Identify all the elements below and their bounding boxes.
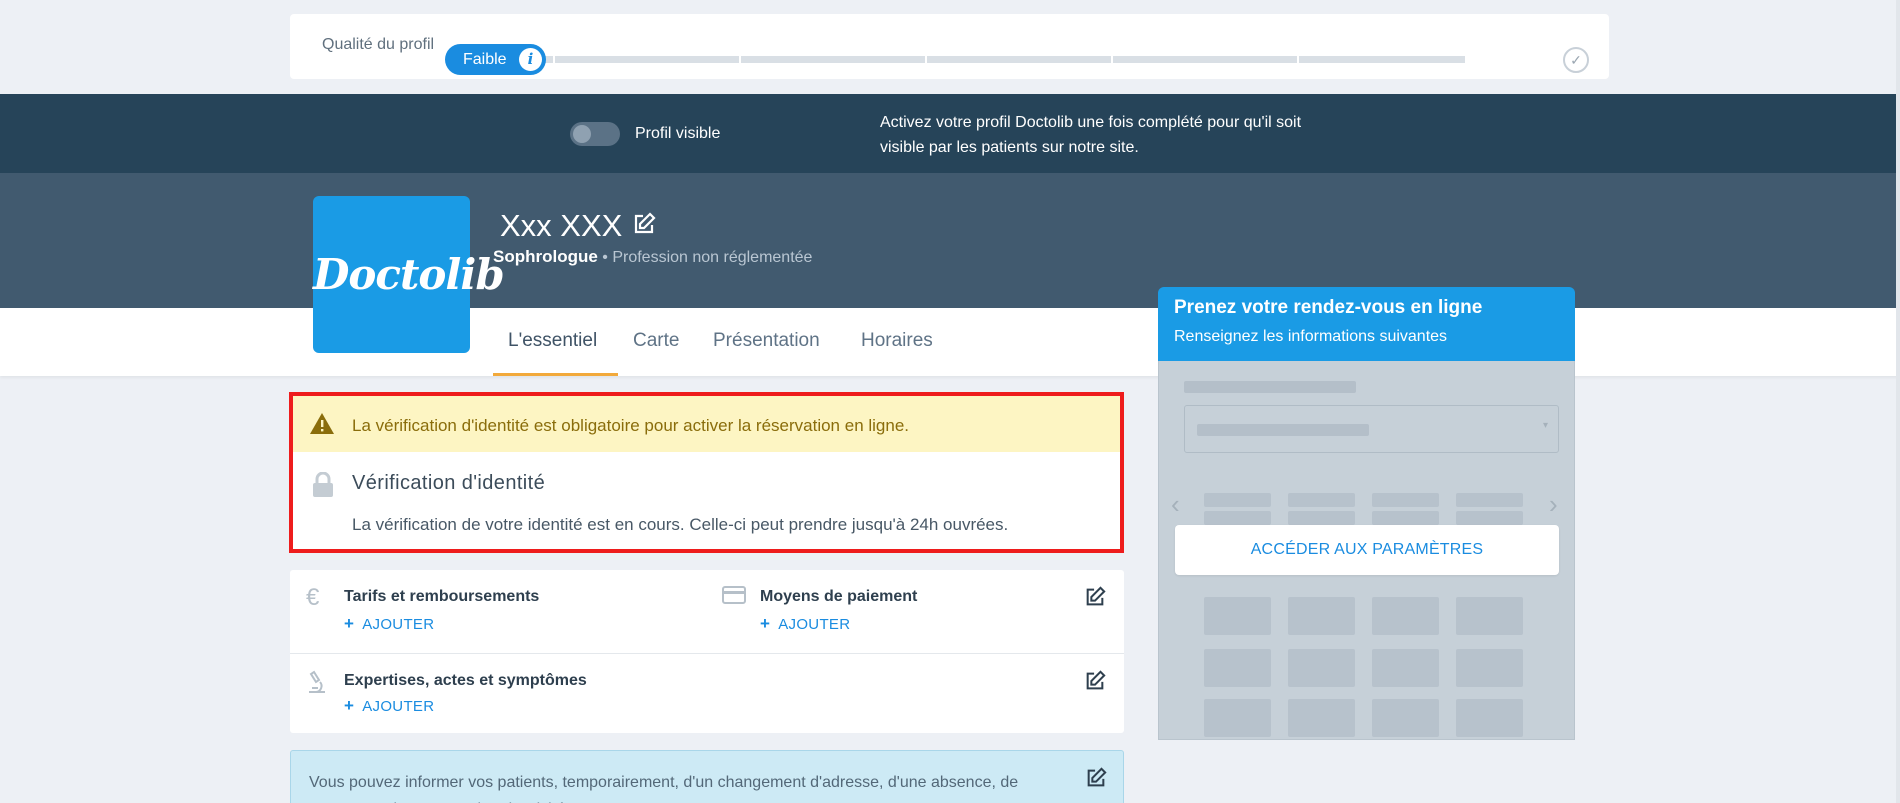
profile-quality-label: Qualité du profil bbox=[322, 36, 435, 53]
profile-role-detail: • Profession non réglementée bbox=[597, 249, 813, 266]
placeholder-label bbox=[1184, 381, 1356, 393]
profile-quality-card: Qualité du profil Faible i ✓ bbox=[290, 14, 1609, 79]
booking-preview: ▾ ‹ › ACCÉDER AUX PARAMÈTRES bbox=[1158, 361, 1575, 740]
profile-quality-progress-track bbox=[455, 56, 1465, 63]
active-tab-indicator bbox=[493, 373, 618, 376]
logo-text: Doctolib bbox=[313, 250, 505, 299]
profile-visibility-bar: Profil visible Activez votre profil Doct… bbox=[0, 94, 1900, 173]
placeholder-slot bbox=[1456, 597, 1523, 635]
tab-carte[interactable]: Carte bbox=[633, 330, 679, 352]
booking-title: Prenez votre rendez-vous en ligne bbox=[1174, 297, 1483, 318]
placeholder-date bbox=[1204, 511, 1271, 525]
warning-icon bbox=[309, 412, 335, 440]
placeholder-day bbox=[1372, 493, 1439, 507]
euro-icon: € bbox=[306, 584, 320, 611]
info-divider bbox=[290, 653, 1124, 654]
access-settings-button[interactable]: ACCÉDER AUX PARAMÈTRES bbox=[1175, 525, 1559, 575]
progress-segment-divider bbox=[1297, 56, 1299, 63]
profile-visibility-note: Activez votre profil Doctolib une fois c… bbox=[880, 114, 1302, 156]
progress-segment-divider bbox=[1111, 56, 1113, 63]
edit-icon[interactable] bbox=[632, 212, 656, 241]
placeholder-slot bbox=[1372, 649, 1439, 687]
placeholder-select: ▾ bbox=[1184, 405, 1559, 453]
temporary-notice-card: Vous pouvez informer vos patients, tempo… bbox=[290, 750, 1124, 803]
profile-visible-label: Profil visible bbox=[635, 125, 721, 142]
info-icon[interactable]: i bbox=[519, 48, 542, 71]
chevron-left-icon: ‹ bbox=[1171, 489, 1180, 519]
profile-role: Sophrologue bbox=[493, 247, 598, 266]
identity-warning-text: La vérification d'identité est obligatoi… bbox=[352, 416, 910, 435]
tarifs-add-label: AJOUTER bbox=[362, 616, 435, 633]
profile-tabs-bar bbox=[0, 308, 1900, 376]
edit-icon[interactable] bbox=[1084, 586, 1106, 613]
placeholder-slot bbox=[1456, 649, 1523, 687]
progress-segment-divider bbox=[553, 56, 555, 63]
tab-presentation[interactable]: Présentation bbox=[713, 330, 820, 352]
lock-icon bbox=[311, 471, 335, 503]
booking-widget: Prenez votre rendez-vous en ligne Rensei… bbox=[1158, 287, 1575, 740]
identity-verification-title: Vérification d'identité bbox=[352, 472, 546, 494]
edit-icon[interactable] bbox=[1084, 670, 1106, 697]
placeholder-day bbox=[1456, 493, 1523, 507]
scrollbar[interactable] bbox=[1896, 0, 1900, 803]
chevron-down-icon: ▾ bbox=[1542, 420, 1548, 431]
expertises-add-label: AJOUTER bbox=[362, 698, 435, 715]
placeholder-slot bbox=[1204, 649, 1271, 687]
booking-widget-header: Prenez votre rendez-vous en ligne Rensei… bbox=[1158, 287, 1575, 361]
profile-quality-level-badge: Faible i bbox=[445, 44, 546, 75]
placeholder-day bbox=[1204, 493, 1271, 507]
expertises-add-link[interactable]: + AJOUTER bbox=[344, 696, 434, 716]
edit-icon[interactable] bbox=[1085, 767, 1107, 794]
placeholder-slot bbox=[1288, 597, 1355, 635]
placeholder-slot bbox=[1456, 699, 1523, 737]
identity-verification-description: La vérification de votre identité est en… bbox=[352, 515, 1009, 534]
placeholder-date bbox=[1456, 511, 1523, 525]
profile-name: Xxx XXX bbox=[500, 208, 623, 243]
placeholder-slot bbox=[1204, 597, 1271, 635]
placeholder-slot bbox=[1204, 699, 1271, 737]
placeholder-date bbox=[1288, 511, 1355, 525]
placeholder-slot bbox=[1288, 699, 1355, 737]
placeholder-slot bbox=[1372, 699, 1439, 737]
booking-subtitle: Renseignez les informations suivantes bbox=[1174, 328, 1448, 345]
chevron-right-icon: › bbox=[1549, 489, 1558, 519]
placeholder-day bbox=[1288, 493, 1355, 507]
expertises-title: Expertises, actes et symptômes bbox=[344, 672, 587, 689]
paiement-add-link[interactable]: + AJOUTER bbox=[760, 614, 850, 634]
progress-segment-divider bbox=[739, 56, 741, 63]
check-icon: ✓ bbox=[1563, 47, 1589, 73]
paiement-title: Moyens de paiement bbox=[760, 588, 918, 605]
tab-essentiel[interactable]: L'essentiel bbox=[508, 330, 597, 352]
profile-logo[interactable]: Doctolib bbox=[313, 196, 505, 353]
placeholder-select-text bbox=[1197, 424, 1369, 436]
tarifs-add-link[interactable]: + AJOUTER bbox=[344, 614, 434, 634]
paiement-add-label: AJOUTER bbox=[778, 616, 851, 633]
tarifs-title: Tarifs et remboursements bbox=[344, 588, 540, 605]
identity-warning-banner: La vérification d'identité est obligatoi… bbox=[293, 396, 1120, 452]
profile-info-card: € Tarifs et remboursements + AJOUTER Moye… bbox=[290, 570, 1124, 733]
profile-quality-level: Faible bbox=[463, 51, 507, 68]
temporary-notice-text: Vous pouvez informer vos patients, tempo… bbox=[309, 774, 1019, 803]
credit-card-icon bbox=[722, 586, 746, 609]
identity-verification-card: La vérification d'identité est obligatoi… bbox=[289, 392, 1124, 553]
microscope-icon bbox=[306, 670, 328, 699]
profile-specialty: Sophrologue • Profession non réglementée bbox=[493, 247, 812, 267]
profile-header-band bbox=[0, 173, 1900, 308]
toggle-knob bbox=[573, 125, 591, 143]
tab-horaires[interactable]: Horaires bbox=[861, 330, 933, 352]
placeholder-date bbox=[1372, 511, 1439, 525]
progress-segment-divider bbox=[925, 56, 927, 63]
placeholder-slot bbox=[1288, 649, 1355, 687]
profile-visible-toggle[interactable] bbox=[570, 122, 620, 146]
placeholder-slot bbox=[1372, 597, 1439, 635]
